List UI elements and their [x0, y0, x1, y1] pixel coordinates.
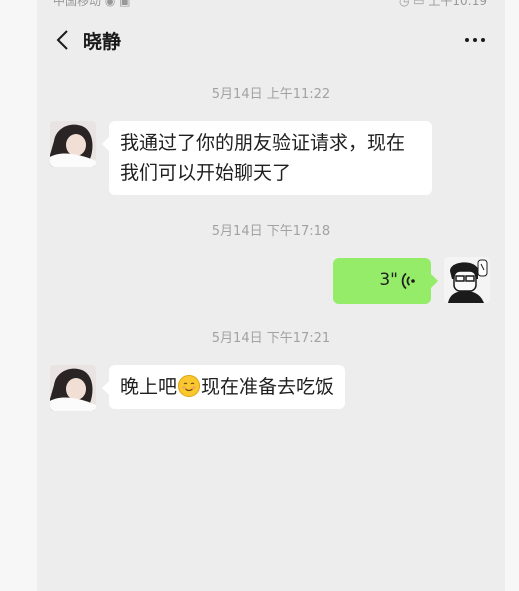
contact-avatar[interactable] [50, 121, 96, 167]
left-gutter [0, 0, 37, 591]
message-text: 现在准备去吃饭 [201, 376, 335, 398]
status-bar-left: 中国移动 ◉ ▣ [53, 0, 131, 8]
my-avatar[interactable] [444, 257, 490, 303]
smiling-face-emoji-icon [178, 375, 201, 397]
more-options-icon[interactable] [463, 30, 487, 50]
outgoing-voice-message[interactable]: 3" [333, 258, 438, 304]
chat-title: 晓静 [83, 31, 122, 53]
contact-avatar-image [50, 121, 96, 167]
incoming-message-bubble[interactable]: 我通过了你的朋友验证请求，现在 我们可以开始聊天了 [102, 121, 432, 195]
back-icon[interactable] [55, 28, 71, 52]
incoming-message-bubble[interactable]: 晚上吧 现在准备去吃饭 [101, 365, 346, 409]
chat-header: 晓静 [37, 16, 505, 64]
message-timestamp: 5月14日 下午17:21 [211, 331, 331, 346]
message-text: 晚上吧 [120, 376, 178, 398]
contact-avatar-image [50, 365, 96, 411]
voice-duration: 3" [379, 270, 398, 290]
my-avatar-image [444, 257, 490, 303]
message-text-line: 我通过了你的朋友验证请求，现在 [120, 132, 406, 154]
right-gutter [505, 0, 519, 591]
message-timestamp: 5月14日 上午11:22 [211, 87, 331, 102]
status-bar: 中国移动 ◉ ▣ ◷ ▭ 上午10:19 [37, 0, 505, 8]
contact-avatar[interactable] [50, 365, 96, 411]
status-bar-right: ◷ ▭ 上午10:19 [398, 0, 487, 8]
message-text-line: 我们可以开始聊天了 [120, 162, 292, 184]
voice-wave-icon [401, 272, 415, 290]
chat-screen: 中国移动 ◉ ▣ ◷ ▭ 上午10:19 晓静 5月14日 上午11:22 我通… [37, 0, 505, 591]
message-timestamp: 5月14日 下午17:18 [211, 224, 331, 239]
